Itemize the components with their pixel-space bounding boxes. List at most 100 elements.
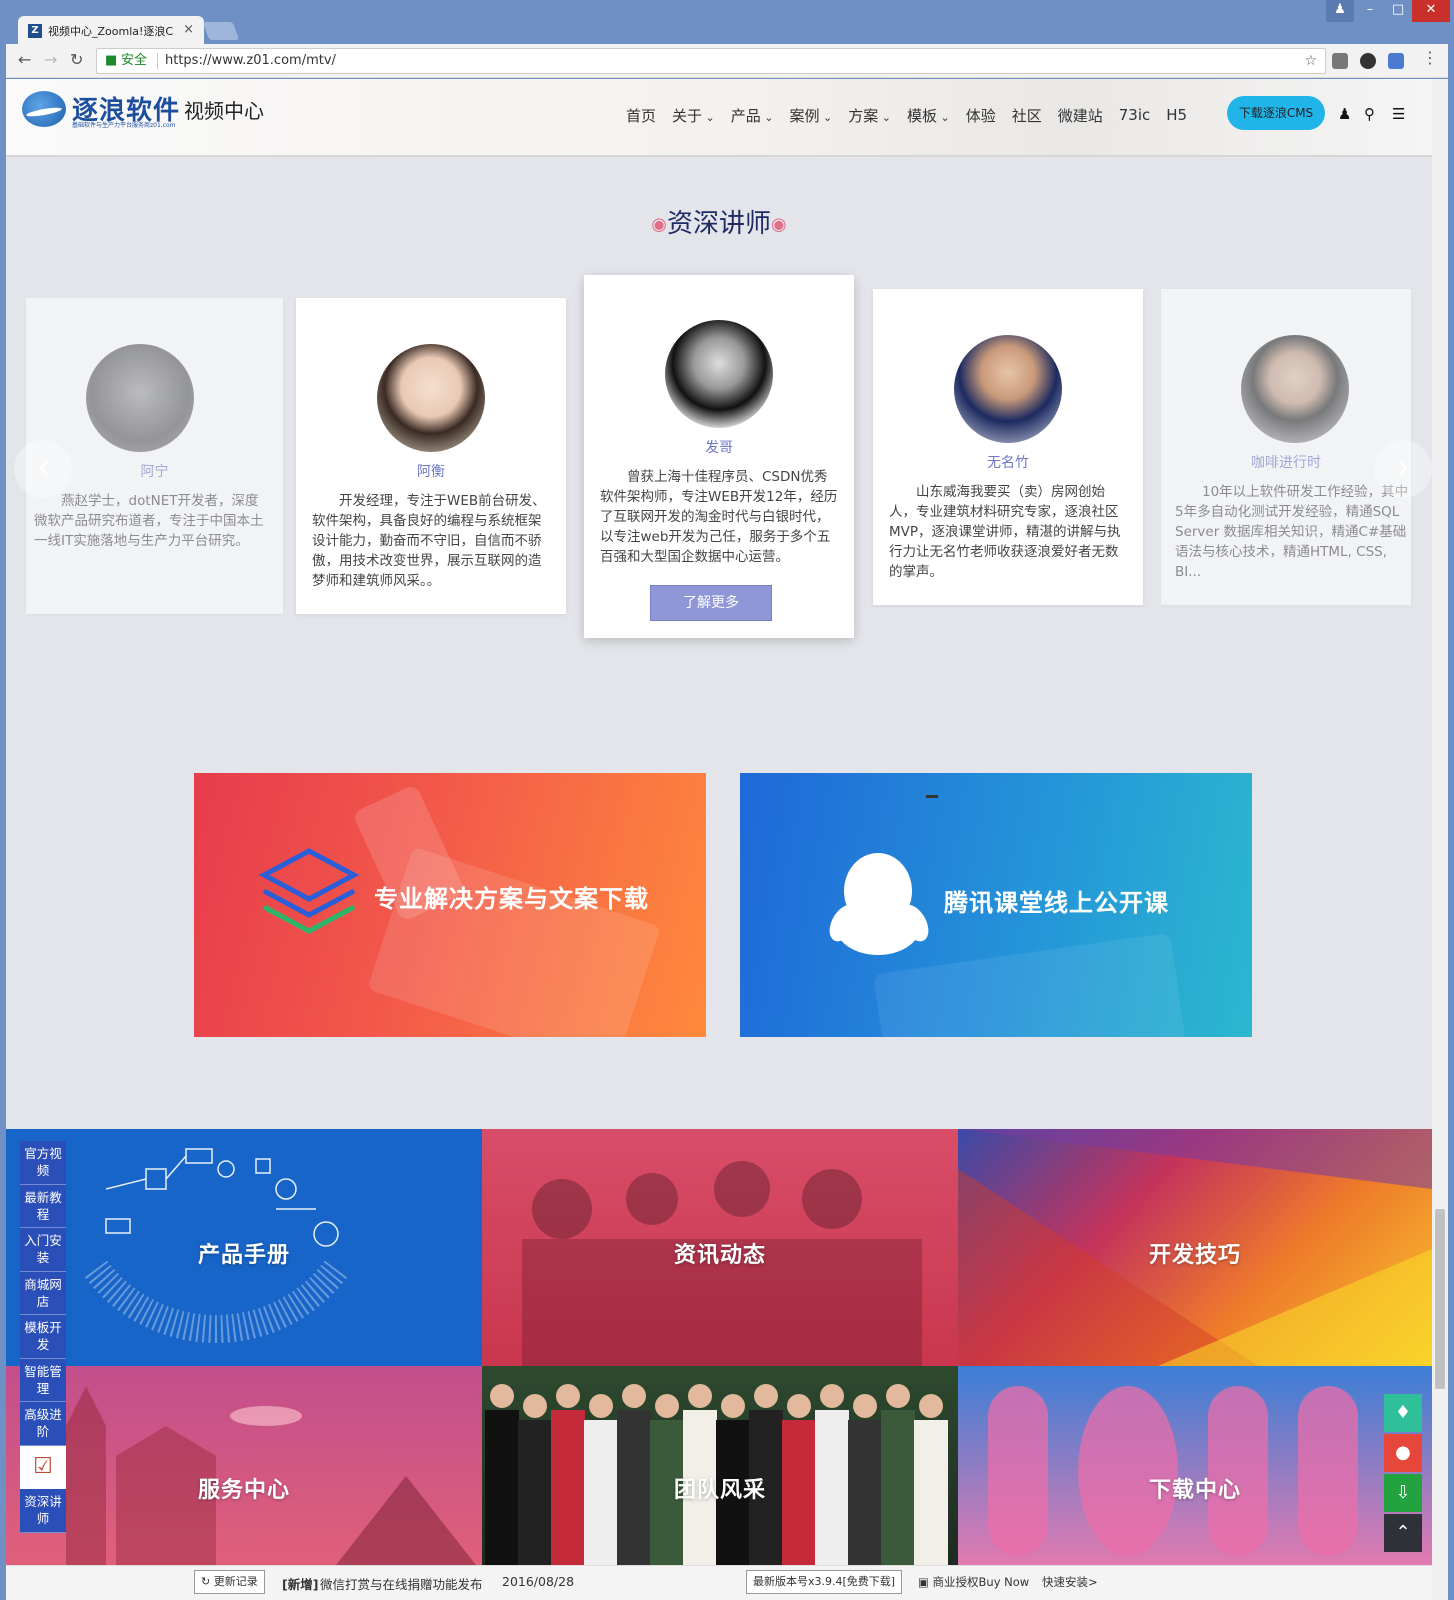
nav-item[interactable]: 体验 <box>966 105 996 126</box>
maximize-icon[interactable]: □ <box>1384 0 1412 22</box>
team-tile[interactable]: 团队风采 <box>482 1366 958 1565</box>
hamburger-menu-icon[interactable]: ☰ <box>1392 105 1405 123</box>
news-date: 2016/08/28 <box>502 1574 575 1589</box>
nav-item[interactable]: 产品 ⌄ <box>731 105 774 126</box>
person-head <box>490 1384 514 1408</box>
nav-item-label: H5 <box>1166 106 1188 124</box>
carousel-prev-icon[interactable]: ‹ <box>14 440 72 498</box>
user-icon[interactable]: ♟ <box>1338 105 1351 123</box>
logo-icon[interactable] <box>22 91 66 127</box>
nav-item[interactable]: 微建站 <box>1058 105 1103 126</box>
nav-item[interactable]: 首页 <box>626 105 656 126</box>
teacher-card[interactable]: 阿衡 开发经理，专注于WEB前台研发、软件架构，具备良好的编程与系统框架设计能力… <box>296 298 566 614</box>
nav-item-label: 产品 <box>730 106 761 125</box>
side-menu-item[interactable]: 商城网店 <box>20 1271 66 1315</box>
tencent-class-promo[interactable]: 腾讯课堂线上公开课 <box>740 773 1252 1037</box>
search-icon[interactable]: ⚲ <box>1364 105 1375 123</box>
side-menu-item[interactable]: 资深讲师 <box>20 1489 66 1533</box>
reload-icon[interactable]: ↻ <box>70 50 83 69</box>
person-head <box>820 1384 844 1408</box>
teachers-title: 资深讲师 <box>666 209 771 239</box>
teacher-card[interactable]: 咖啡进行时 10年以上软件研发工作经验，其中5年多自动化测试开发经验，精通SQL… <box>1161 289 1411 605</box>
shield-icon: ◉ <box>771 214 787 235</box>
qq-penguin-icon <box>829 853 929 955</box>
new-tab-button[interactable] <box>202 22 240 40</box>
nav-item[interactable]: 方案 ⌄ <box>848 105 891 126</box>
learn-more-button[interactable]: 了解更多 <box>650 585 772 621</box>
extension-icon[interactable] <box>1332 53 1348 69</box>
side-menu: 官方视频 最新教程 入门安装 商城网店 模板开发 智能管理 高级进阶 ☑ 资深讲… <box>20 1141 66 1533</box>
nav-item[interactable]: 模板 ⌄ <box>907 105 950 126</box>
side-menu-item[interactable]: 高级进阶 <box>20 1402 66 1446</box>
person-head <box>556 1384 580 1408</box>
carousel-next-icon[interactable]: › <box>1374 440 1432 498</box>
bookmark-star-icon[interactable]: ☆ <box>1304 49 1317 73</box>
dev-tips-tile[interactable]: 开发技巧 <box>958 1129 1432 1366</box>
nav-item[interactable]: 社区 <box>1012 105 1042 126</box>
update-log-button[interactable]: ↻ 更新记录 <box>194 1570 265 1594</box>
tencent-class-label: 腾讯课堂线上公开课 <box>944 889 1169 917</box>
nav-item[interactable]: H5 <box>1166 106 1187 124</box>
close-window-icon[interactable]: ✕ <box>1412 0 1450 22</box>
section-title: 视频中心 <box>184 99 264 123</box>
teacher-desc: 曾获上海十佳程序员、CSDN优秀软件架构师，专注WEB开发12年，经历了互联网开… <box>600 469 838 565</box>
teacher-avatar <box>1241 335 1349 443</box>
cloud-download-icon[interactable]: ⇩ <box>1384 1474 1422 1512</box>
browser-tab[interactable]: Z 视频中心_Zoomla!逐浪C × <box>18 16 204 44</box>
teacher-card[interactable]: 无名竹 山东威海我要买（卖）房网创始人，专业建筑材料研究专家，逐浪社区MVP，逐… <box>873 289 1143 605</box>
menu-kebab-icon[interactable]: ⋮ <box>1422 48 1438 67</box>
person-head <box>688 1384 712 1408</box>
news-text[interactable]: 微信打赏与在线捐赠功能发布 <box>320 1574 483 1593</box>
notification-bell-icon[interactable]: ♦ <box>1384 1394 1422 1432</box>
nav-item[interactable]: 73ic <box>1119 106 1151 124</box>
chevron-down-icon: ⌄ <box>760 110 774 124</box>
teacher-desc: 山东威海我要买（卖）房网创始人，专业建筑材料研究专家，逐浪社区MVP，逐浪课堂讲… <box>889 484 1121 580</box>
product-manual-tile[interactable]: 产品手册 <box>6 1129 482 1366</box>
side-menu-item[interactable]: 最新教程 <box>20 1184 66 1228</box>
nav-item[interactable]: 关于 ⌄ <box>672 105 715 126</box>
side-menu-item[interactable]: 官方视频 <box>20 1141 66 1185</box>
extension-icon[interactable] <box>1360 53 1376 69</box>
person-head <box>754 1384 778 1408</box>
back-icon[interactable]: ← <box>18 50 31 69</box>
back-to-top-icon[interactable]: ⌃ <box>1384 1514 1422 1552</box>
download-center-tile[interactable]: 下载中心 <box>958 1366 1432 1565</box>
clipboard-icon[interactable]: ☑ <box>20 1445 66 1489</box>
side-menu-item[interactable]: 入门安装 <box>20 1228 66 1272</box>
chevron-down-icon: ⌄ <box>819 110 833 124</box>
chevron-down-icon: ⌄ <box>936 110 950 124</box>
extension-icon[interactable] <box>1388 53 1404 69</box>
tile-label: 资讯动态 <box>673 1243 766 1268</box>
tile-label: 产品手册 <box>197 1243 290 1268</box>
minimize-icon[interactable]: – <box>1356 0 1384 22</box>
download-cms-button[interactable]: 下载逐浪CMS <box>1227 96 1325 130</box>
person-head <box>721 1394 745 1418</box>
side-menu-item[interactable]: 模板开发 <box>20 1315 66 1359</box>
browser-window: Z 视频中心_Zoomla!逐浪C × ♟ – □ ✕ ← → ↻ ■ 安全 h… <box>0 0 1454 1600</box>
nav-item[interactable]: 案例 ⌄ <box>789 105 832 126</box>
side-menu-item[interactable]: 智能管理 <box>20 1358 66 1402</box>
tab-title: 视频中心_Zoomla!逐浪C <box>48 25 174 38</box>
teacher-avatar <box>954 335 1062 443</box>
profile-icon[interactable]: ♟ <box>1326 0 1354 22</box>
brand-tagline: 基础软件与生产力平台服务商z01.com <box>72 122 176 129</box>
address-bar[interactable]: ■ 安全 https://www.z01.com/mtv/ ☆ <box>96 48 1326 74</box>
tab-close-icon[interactable]: × <box>183 22 194 37</box>
license-link[interactable]: ▣ 商业授权Buy Now <box>918 1574 1029 1590</box>
chevron-down-icon: ⌄ <box>878 110 891 124</box>
teacher-card-active[interactable]: 发哥 曾获上海十佳程序员、CSDN优秀软件架构师，专注WEB开发12年，经历了互… <box>584 275 854 638</box>
forward-icon[interactable]: → <box>44 50 57 69</box>
page-scrollbar[interactable] <box>1432 79 1448 1600</box>
version-download-button[interactable]: 最新版本号x3.9.4[免费下载] <box>746 1570 903 1594</box>
news-tile[interactable]: 资讯动态 <box>482 1129 958 1366</box>
teacher-name: 阿衡 <box>417 464 445 480</box>
service-center-tile[interactable]: 服务中心 <box>6 1366 482 1565</box>
tile-label: 团队风采 <box>673 1478 766 1503</box>
nav-item-label: 体验 <box>965 106 996 125</box>
quick-install-link[interactable]: 快速安装> <box>1042 1574 1098 1590</box>
browser-toolbar: ← → ↻ ■ 安全 https://www.z01.com/mtv/ ☆ ⋮ <box>6 44 1448 78</box>
url-text[interactable]: https://www.z01.com/mtv/ <box>165 49 336 73</box>
scrollbar-thumb[interactable] <box>1435 1209 1445 1389</box>
solutions-promo[interactable]: 专业解决方案与文案下载 <box>194 773 706 1037</box>
wechat-icon[interactable]: ● <box>1384 1434 1422 1472</box>
